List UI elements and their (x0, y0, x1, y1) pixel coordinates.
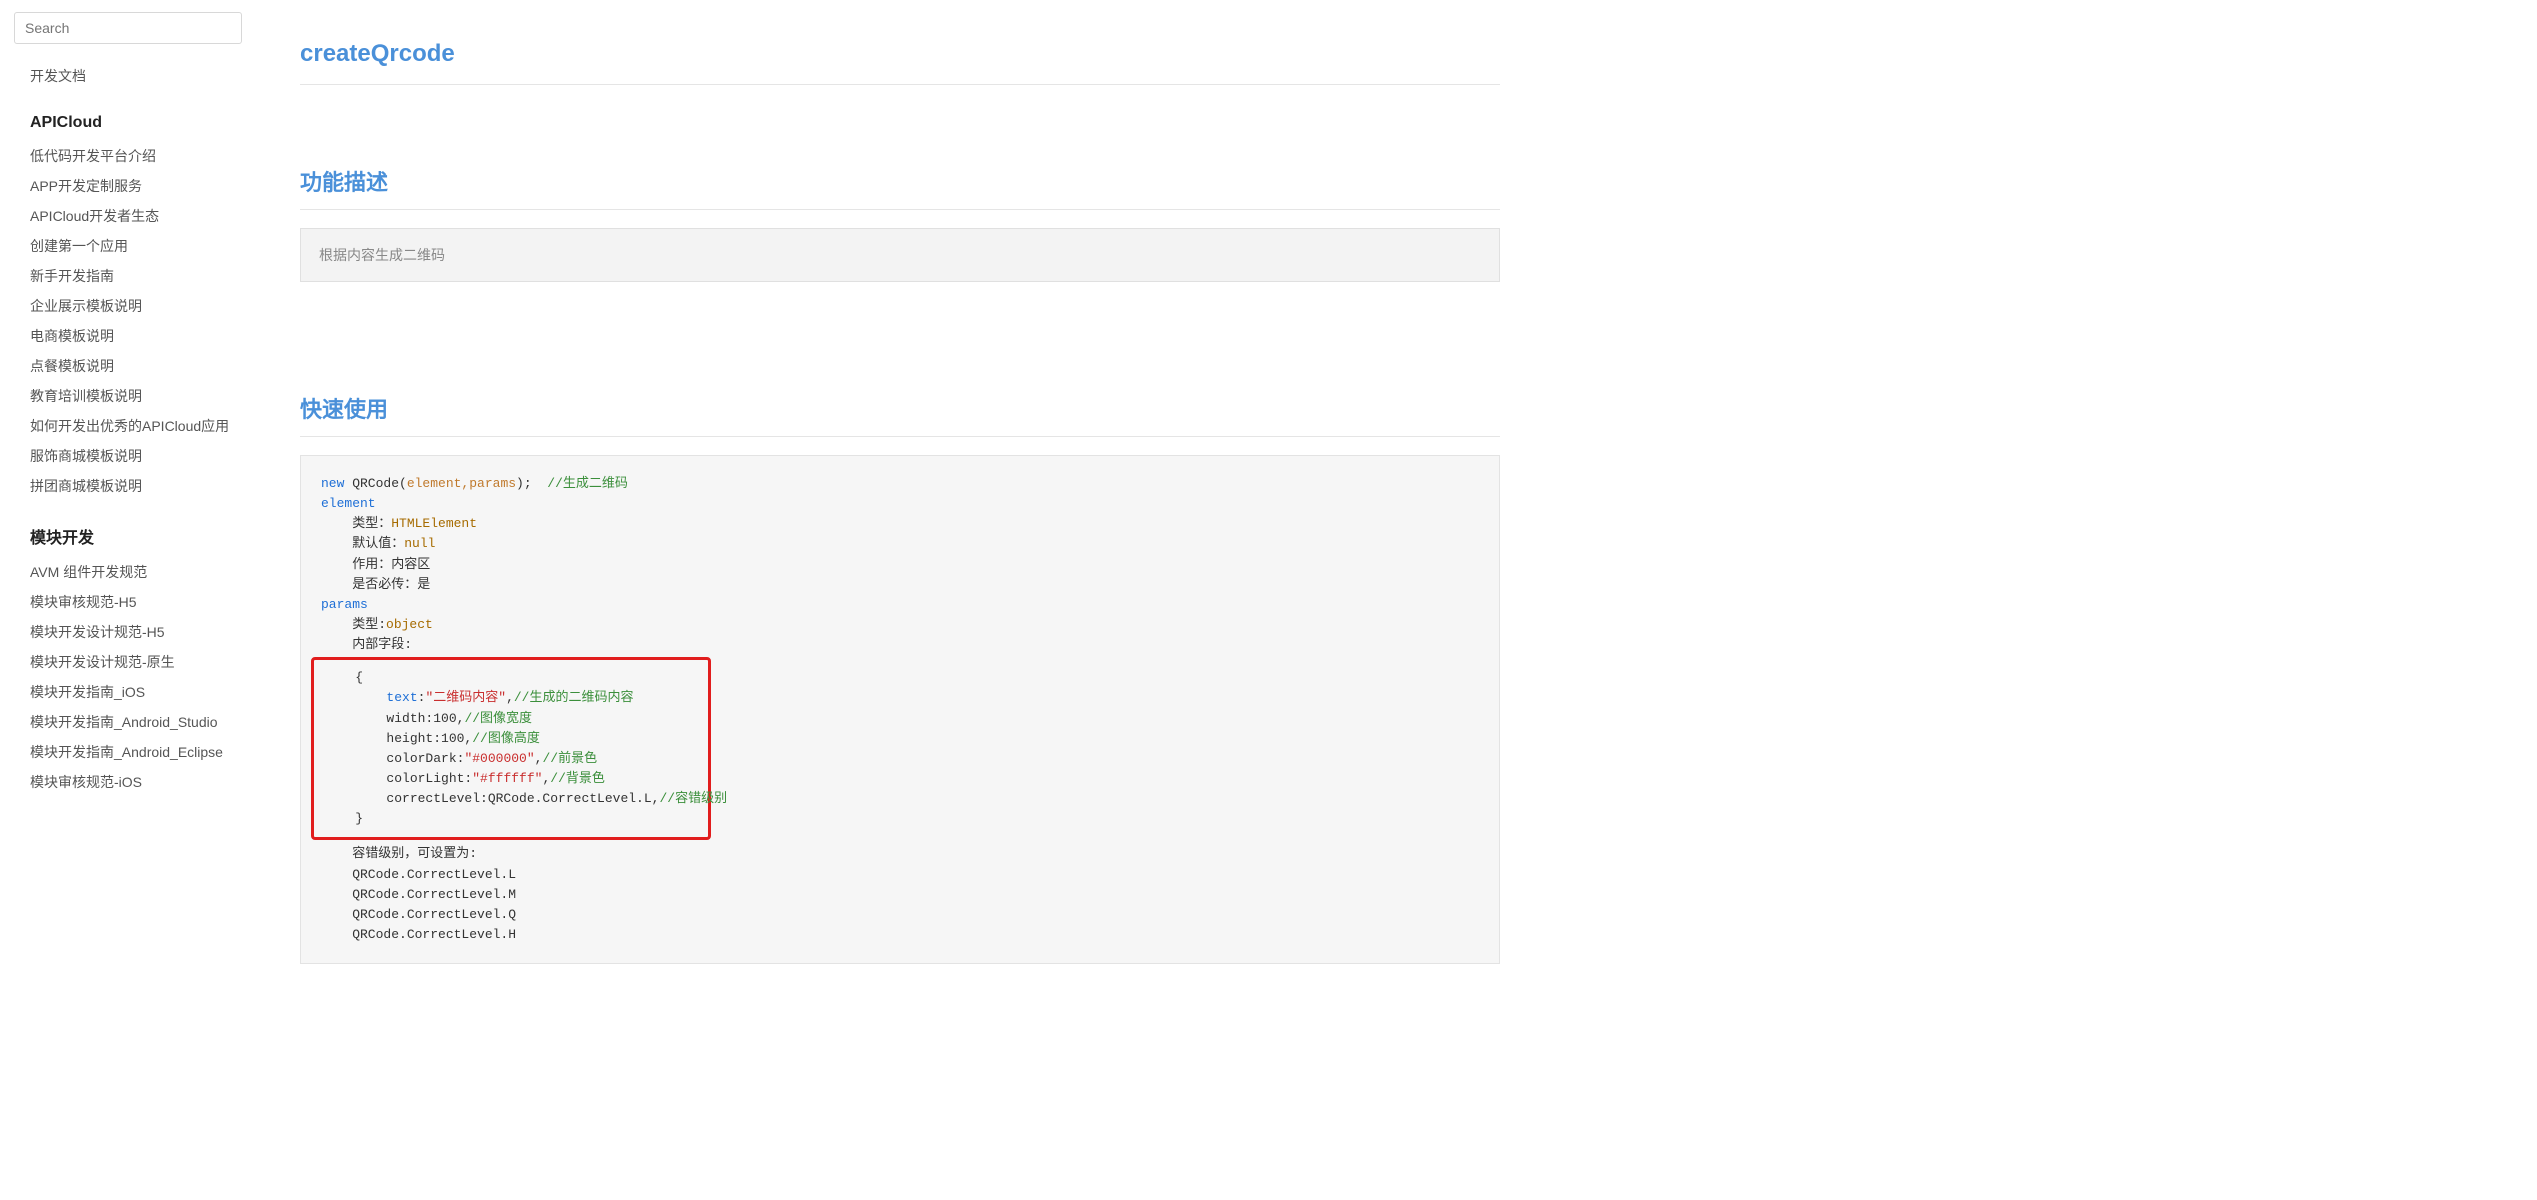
sidebar-item-review-ios[interactable]: 模块审核规范-iOS (30, 768, 244, 796)
code-token: 类型： (321, 516, 391, 531)
code-token: QRCode.CorrectLevel.M (321, 887, 516, 902)
code-comment: //容错级别 (659, 791, 727, 806)
code-token: 作用：内容区 (321, 557, 430, 572)
search-wrap (0, 8, 260, 62)
code-token: QRCode( (344, 476, 406, 491)
code-token: colorLight: (324, 771, 472, 786)
sidebar-item-best-practices[interactable]: 如何开发出优秀的APICloud应用 (30, 412, 244, 440)
sidebar-item-app-custom[interactable]: APP开发定制服务 (30, 172, 244, 200)
sidebar-item-lowcode-intro[interactable]: 低代码开发平台介绍 (30, 142, 244, 170)
code-token: ); (516, 476, 547, 491)
code-token: colorDark: (324, 751, 464, 766)
sidebar-item-design-h5[interactable]: 模块开发设计规范-H5 (30, 618, 244, 646)
sidebar-item-design-native[interactable]: 模块开发设计规范-原生 (30, 648, 244, 676)
sidebar-item-review-h5[interactable]: 模块审核规范-H5 (30, 588, 244, 616)
code-comment: //前景色 (542, 751, 597, 766)
code-token: correctLevel:QRCode.CorrectLevel.L, (324, 791, 659, 806)
code-token: } (324, 811, 363, 826)
code-token: 内部字段: (321, 637, 412, 652)
code-token: 默认值： (321, 536, 404, 551)
code-token: QRCode.CorrectLevel.H (321, 927, 516, 942)
section-description-title: 功能描述 (300, 165, 1500, 210)
sidebar-item-guide-android-studio[interactable]: 模块开发指南_Android_Studio (30, 708, 244, 736)
sidebar-heading-apicloud: APICloud (30, 114, 244, 132)
main-content: createQrcode 功能描述 根据内容生成二维码 快速使用 new QRC… (260, 0, 2537, 1200)
code-token: 容错级别，可设置为: (321, 846, 477, 861)
sidebar-item-first-app[interactable]: 创建第一个应用 (30, 232, 244, 260)
sidebar-item-education-template[interactable]: 教育培训模板说明 (30, 382, 244, 410)
sidebar-item-avm-spec[interactable]: AVM 组件开发规范 (30, 558, 244, 586)
description-box: 根据内容生成二维码 (300, 228, 1500, 282)
section-usage-title: 快速使用 (300, 392, 1500, 437)
sidebar-item-beginner-guide[interactable]: 新手开发指南 (30, 262, 244, 290)
code-token: object (386, 617, 433, 632)
code-token: 类型: (321, 617, 386, 632)
page-title: createQrcode (300, 40, 1500, 85)
code-token: QRCode.CorrectLevel.L (321, 867, 516, 882)
code-comment: //图像高度 (472, 731, 540, 746)
code-token: QRCode.CorrectLevel.Q (321, 907, 516, 922)
sidebar-heading-module-dev: 模块开发 (30, 524, 244, 548)
sidebar-item-ordering-template[interactable]: 点餐模板说明 (30, 352, 244, 380)
sidebar-item-groupbuy-template[interactable]: 拼团商城模板说明 (30, 472, 244, 500)
code-token: text (386, 690, 417, 705)
sidebar-item-guide-ios[interactable]: 模块开发指南_iOS (30, 678, 244, 706)
code-token: new (321, 476, 344, 491)
sidebar: 开发文档 APICloud 低代码开发平台介绍 APP开发定制服务 APIClo… (0, 0, 260, 1200)
code-block: new QRCode(element,params); //生成二维码 elem… (300, 455, 1500, 964)
code-token: width:100, (324, 711, 464, 726)
code-token: "二维码内容" (425, 690, 506, 705)
code-token: height:100, (324, 731, 472, 746)
highlight-box: { text:"二维码内容",//生成的二维码内容 width:100,//图像… (311, 657, 711, 840)
sidebar-nav: 开发文档 APICloud 低代码开发平台介绍 APP开发定制服务 APIClo… (0, 62, 260, 796)
code-token: element (321, 496, 376, 511)
code-token: "#ffffff" (472, 771, 542, 786)
code-token: null (404, 536, 435, 551)
sidebar-item-dev-ecosystem[interactable]: APICloud开发者生态 (30, 202, 244, 230)
code-comment: //图像宽度 (464, 711, 532, 726)
code-comment: //背景色 (550, 771, 605, 786)
search-input[interactable] (14, 12, 242, 44)
sidebar-item-clothing-template[interactable]: 服饰商城模板说明 (30, 442, 244, 470)
code-comment: //生成的二维码内容 (514, 690, 634, 705)
sidebar-item-ecommerce-template[interactable]: 电商模板说明 (30, 322, 244, 350)
sidebar-item-guide-android-eclipse[interactable]: 模块开发指南_Android_Eclipse (30, 738, 244, 766)
sidebar-item-enterprise-template[interactable]: 企业展示模板说明 (30, 292, 244, 320)
code-token: 是否必传：是 (321, 577, 430, 592)
code-token: element,params (407, 476, 516, 491)
sidebar-item-dev-docs[interactable]: 开发文档 (30, 62, 244, 90)
code-comment: //生成二维码 (547, 476, 628, 491)
code-token: "#000000" (464, 751, 534, 766)
code-token: { (324, 670, 363, 685)
code-token: , (506, 690, 514, 705)
code-token: params (321, 597, 368, 612)
code-token: HTMLElement (391, 516, 477, 531)
